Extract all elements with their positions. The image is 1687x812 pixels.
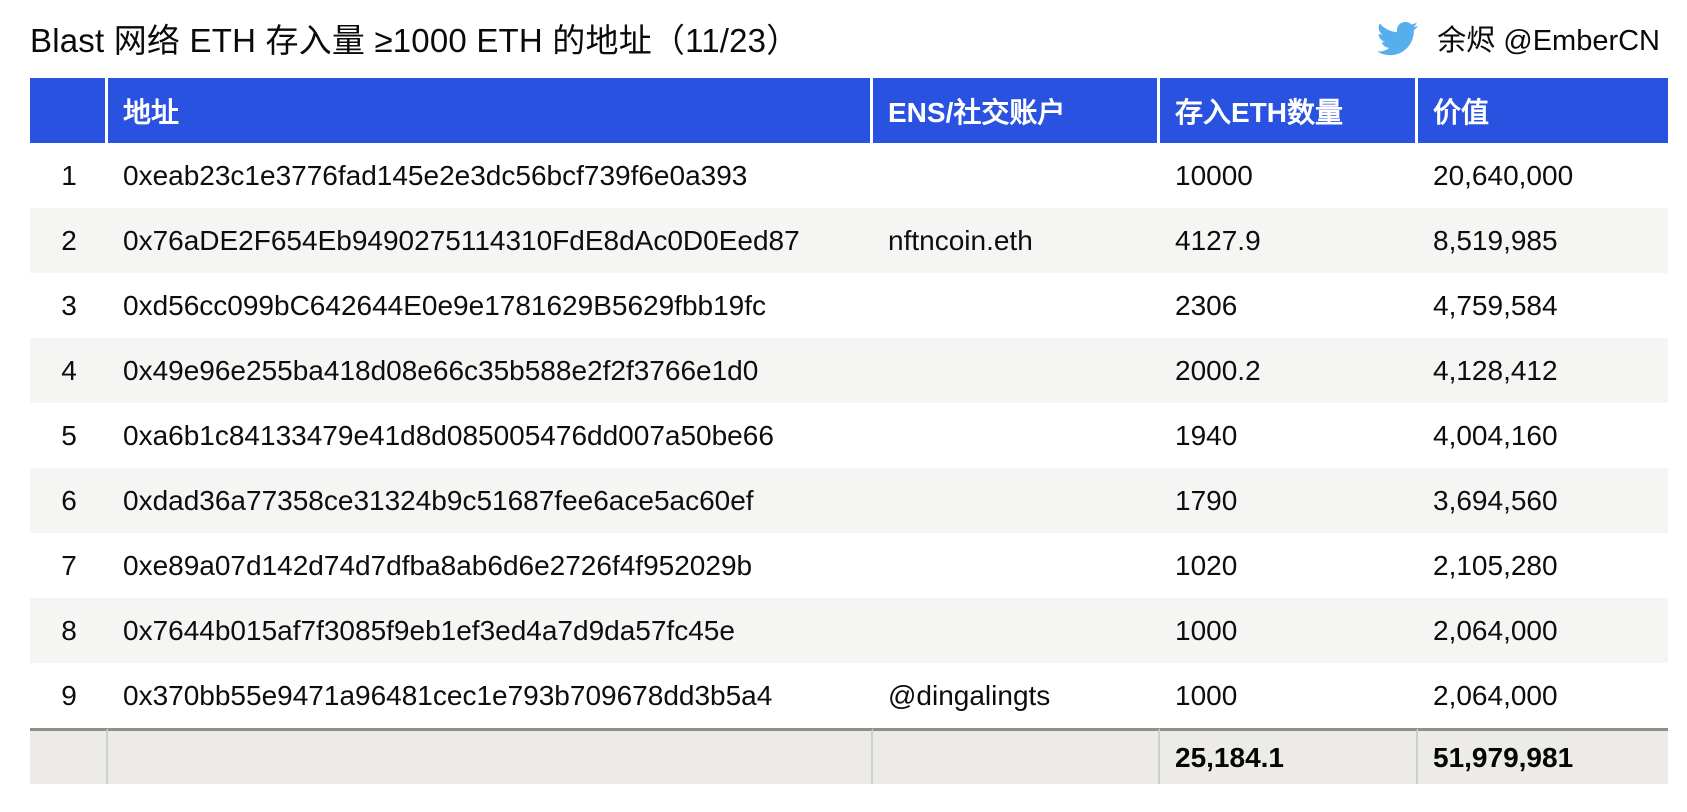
total-row: 25,184.1 51,979,981: [30, 728, 1668, 784]
cell-rank: 5: [30, 403, 108, 468]
table-row: 7 0xe89a07d142d74d7dfba8ab6d6e2726f4f9520…: [30, 533, 1668, 598]
cell-address: 0x370bb55e9471a96481cec1e793b709678dd3b5…: [108, 663, 873, 728]
cell-rank: 1: [30, 143, 108, 208]
cell-rank: 4: [30, 338, 108, 403]
table-row: 1 0xeab23c1e3776fad145e2e3dc56bcf739f6e0a…: [30, 143, 1668, 208]
table-row: 5 0xa6b1c84133479e41d8d085005476dd007a50b…: [30, 403, 1668, 468]
column-header-eth: 存入ETH数量: [1160, 78, 1418, 143]
table-row: 2 0x76aDE2F654Eb9490275114310FdE8dAc0D0Ee…: [30, 208, 1668, 273]
table-footer: 25,184.1 51,979,981: [30, 728, 1668, 784]
cell-rank: 6: [30, 468, 108, 533]
table-row: 3 0xd56cc099bC642644E0e9e1781629B5629fbb1…: [30, 273, 1668, 338]
attribution: 余烬 @EmberCN: [1373, 17, 1660, 59]
cell-ens: [873, 403, 1160, 468]
cell-eth-amount: 2306: [1160, 273, 1418, 338]
cell-ens: [873, 338, 1160, 403]
cell-rank: 2: [30, 208, 108, 273]
cell-value: 3,694,560: [1418, 468, 1668, 533]
cell-address: 0x76aDE2F654Eb9490275114310FdE8dAc0D0Eed…: [108, 208, 873, 273]
page-title: Blast 网络 ETH 存入量 ≥1000 ETH 的地址（11/23）: [30, 22, 800, 59]
page: Blast 网络 ETH 存入量 ≥1000 ETH 的地址（11/23） 余烬…: [0, 0, 1687, 812]
cell-eth-amount: 2000.2: [1160, 338, 1418, 403]
cell-value: 2,105,280: [1418, 533, 1668, 598]
cell-address: 0xeab23c1e3776fad145e2e3dc56bcf739f6e0a3…: [108, 143, 873, 208]
deposits-table: 地址 ENS/社交账户 存入ETH数量 价值 1 0xeab23c1e3776fa…: [30, 78, 1668, 784]
cell-rank: 8: [30, 598, 108, 663]
cell-rank: 9: [30, 663, 108, 728]
cell-ens: [873, 598, 1160, 663]
cell-rank: 3: [30, 273, 108, 338]
cell-ens: @dingalingts: [873, 663, 1160, 728]
total-eth-amount: 25,184.1: [1160, 728, 1418, 784]
cell-address: 0xd56cc099bC642644E0e9e1781629B5629fbb19…: [108, 273, 873, 338]
table-row: 4 0x49e96e255ba418d08e66c35b588e2f2f3766e…: [30, 338, 1668, 403]
cell-value: 2,064,000: [1418, 663, 1668, 728]
table-row: 9 0x370bb55e9471a96481cec1e793b709678dd3b…: [30, 663, 1668, 728]
cell-eth-amount: 1940: [1160, 403, 1418, 468]
total-rank-cell: [30, 728, 108, 784]
table-header: 地址 ENS/社交账户 存入ETH数量 价值: [30, 78, 1668, 143]
cell-value: 20,640,000: [1418, 143, 1668, 208]
cell-address: 0x49e96e255ba418d08e66c35b588e2f2f3766e1…: [108, 338, 873, 403]
cell-rank: 7: [30, 533, 108, 598]
cell-address: 0xa6b1c84133479e41d8d085005476dd007a50be…: [108, 403, 873, 468]
table-row: 6 0xdad36a77358ce31324b9c51687fee6ace5ac6…: [30, 468, 1668, 533]
cell-ens: [873, 468, 1160, 533]
author-handle: 余烬 @EmberCN: [1437, 25, 1660, 57]
total-ens-cell: [873, 728, 1160, 784]
cell-address: 0xe89a07d142d74d7dfba8ab6d6e2726f4f95202…: [108, 533, 873, 598]
total-value: 51,979,981: [1418, 728, 1668, 784]
cell-eth-amount: 1000: [1160, 663, 1418, 728]
twitter-icon: [1377, 21, 1419, 55]
cell-value: 4,004,160: [1418, 403, 1668, 468]
cell-ens: nftncoin.eth: [873, 208, 1160, 273]
cell-eth-amount: 1000: [1160, 598, 1418, 663]
table-body: 1 0xeab23c1e3776fad145e2e3dc56bcf739f6e0a…: [30, 143, 1668, 728]
total-address-cell: [108, 728, 873, 784]
table-row: 8 0x7644b015af7f3085f9eb1ef3ed4a7d9da57fc…: [30, 598, 1668, 663]
cell-eth-amount: 4127.9: [1160, 208, 1418, 273]
cell-value: 4,128,412: [1418, 338, 1668, 403]
topbar: Blast 网络 ETH 存入量 ≥1000 ETH 的地址（11/23） 余烬…: [30, 0, 1660, 76]
cell-address: 0xdad36a77358ce31324b9c51687fee6ace5ac60…: [108, 468, 873, 533]
column-header-ens: ENS/社交账户: [873, 78, 1160, 143]
column-header-address: 地址: [108, 78, 873, 143]
cell-value: 2,064,000: [1418, 598, 1668, 663]
cell-value: 8,519,985: [1418, 208, 1668, 273]
column-header-rank: [30, 78, 108, 143]
cell-ens: [873, 143, 1160, 208]
cell-address: 0x7644b015af7f3085f9eb1ef3ed4a7d9da57fc4…: [108, 598, 873, 663]
column-header-value: 价值: [1418, 78, 1668, 143]
cell-ens: [873, 533, 1160, 598]
cell-value: 4,759,584: [1418, 273, 1668, 338]
cell-ens: [873, 273, 1160, 338]
cell-eth-amount: 10000: [1160, 143, 1418, 208]
cell-eth-amount: 1020: [1160, 533, 1418, 598]
header-row: 地址 ENS/社交账户 存入ETH数量 价值: [30, 78, 1668, 143]
cell-eth-amount: 1790: [1160, 468, 1418, 533]
